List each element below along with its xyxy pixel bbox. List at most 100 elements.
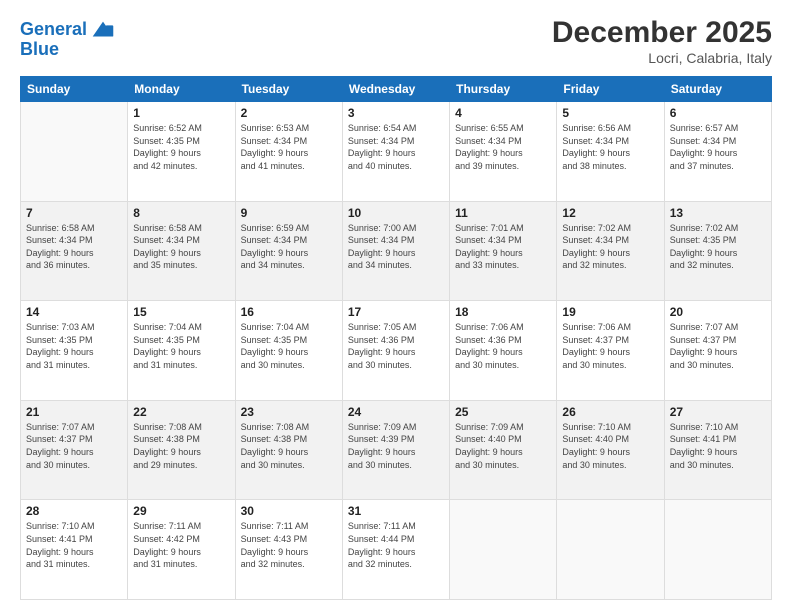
logo: General Blue bbox=[20, 16, 117, 60]
table-row: 19 Sunrise: 7:06 AM Sunset: 4:37 PM Dayli… bbox=[557, 301, 664, 401]
day-info: Sunrise: 7:11 AM Sunset: 4:43 PM Dayligh… bbox=[241, 520, 337, 570]
table-row bbox=[557, 500, 664, 600]
table-row bbox=[664, 500, 771, 600]
day-info: Sunrise: 7:10 AM Sunset: 4:41 PM Dayligh… bbox=[670, 421, 766, 471]
calendar-week-row: 28 Sunrise: 7:10 AM Sunset: 4:41 PM Dayli… bbox=[21, 500, 772, 600]
table-row: 24 Sunrise: 7:09 AM Sunset: 4:39 PM Dayli… bbox=[342, 400, 449, 500]
day-info: Sunrise: 7:05 AM Sunset: 4:36 PM Dayligh… bbox=[348, 321, 444, 371]
table-row: 28 Sunrise: 7:10 AM Sunset: 4:41 PM Dayli… bbox=[21, 500, 128, 600]
day-info: Sunrise: 7:08 AM Sunset: 4:38 PM Dayligh… bbox=[133, 421, 229, 471]
logo-text-general: General bbox=[20, 20, 87, 40]
day-info: Sunrise: 6:56 AM Sunset: 4:34 PM Dayligh… bbox=[562, 122, 658, 172]
day-info: Sunrise: 7:00 AM Sunset: 4:34 PM Dayligh… bbox=[348, 222, 444, 272]
col-thursday: Thursday bbox=[450, 77, 557, 102]
day-number: 4 bbox=[455, 106, 551, 120]
table-row: 11 Sunrise: 7:01 AM Sunset: 4:34 PM Dayli… bbox=[450, 201, 557, 301]
day-info: Sunrise: 7:07 AM Sunset: 4:37 PM Dayligh… bbox=[26, 421, 122, 471]
day-info: Sunrise: 7:06 AM Sunset: 4:36 PM Dayligh… bbox=[455, 321, 551, 371]
col-wednesday: Wednesday bbox=[342, 77, 449, 102]
day-info: Sunrise: 7:11 AM Sunset: 4:42 PM Dayligh… bbox=[133, 520, 229, 570]
col-friday: Friday bbox=[557, 77, 664, 102]
day-number: 27 bbox=[670, 405, 766, 419]
day-info: Sunrise: 6:58 AM Sunset: 4:34 PM Dayligh… bbox=[133, 222, 229, 272]
calendar-table: Sunday Monday Tuesday Wednesday Thursday… bbox=[20, 76, 772, 600]
day-number: 2 bbox=[241, 106, 337, 120]
table-row: 14Sunrise: 7:03 AM Sunset: 4:35 PM Dayli… bbox=[21, 301, 128, 401]
table-row: 12Sunrise: 7:02 AM Sunset: 4:34 PM Dayli… bbox=[557, 201, 664, 301]
table-row: 8 Sunrise: 6:58 AM Sunset: 4:34 PM Daylig… bbox=[128, 201, 235, 301]
day-number: 1 bbox=[133, 106, 229, 120]
day-info: Sunrise: 7:09 AM Sunset: 4:39 PM Dayligh… bbox=[348, 421, 444, 471]
day-info: Sunrise: 7:02 AM Sunset: 4:35 PM Dayligh… bbox=[670, 222, 766, 272]
day-number: 24 bbox=[348, 405, 444, 419]
table-row bbox=[450, 500, 557, 600]
day-info: Sunrise: 6:52 AM Sunset: 4:35 PM Dayligh… bbox=[133, 122, 229, 172]
table-row: 13 Sunrise: 7:02 AM Sunset: 4:35 PM Dayli… bbox=[664, 201, 771, 301]
table-row: 25 Sunrise: 7:09 AM Sunset: 4:40 PM Dayli… bbox=[450, 400, 557, 500]
day-info: Sunrise: 7:01 AM Sunset: 4:34 PM Dayligh… bbox=[455, 222, 551, 272]
day-info: Sunrise: 6:54 AM Sunset: 4:34 PM Dayligh… bbox=[348, 122, 444, 172]
day-info: Sunrise: 6:57 AM Sunset: 4:34 PM Dayligh… bbox=[670, 122, 766, 172]
logo-icon bbox=[89, 16, 117, 44]
day-number: 18 bbox=[455, 305, 551, 319]
day-number: 23 bbox=[241, 405, 337, 419]
day-number: 28 bbox=[26, 504, 122, 518]
day-info: Sunrise: 6:58 AM Sunset: 4:34 PM Dayligh… bbox=[26, 222, 122, 272]
day-number: 30 bbox=[241, 504, 337, 518]
day-info: Sunrise: 7:04 AM Sunset: 4:35 PM Dayligh… bbox=[241, 321, 337, 371]
day-number: 26 bbox=[562, 405, 658, 419]
day-number: 22 bbox=[133, 405, 229, 419]
day-number: 8 bbox=[133, 206, 229, 220]
day-number: 6 bbox=[670, 106, 766, 120]
col-tuesday: Tuesday bbox=[235, 77, 342, 102]
day-info: Sunrise: 7:11 AM Sunset: 4:44 PM Dayligh… bbox=[348, 520, 444, 570]
day-info: Sunrise: 7:07 AM Sunset: 4:37 PM Dayligh… bbox=[670, 321, 766, 371]
day-number: 13 bbox=[670, 206, 766, 220]
title-block: December 2025 Locri, Calabria, Italy bbox=[552, 16, 772, 66]
table-row: 27 Sunrise: 7:10 AM Sunset: 4:41 PM Dayli… bbox=[664, 400, 771, 500]
calendar-header-row: Sunday Monday Tuesday Wednesday Thursday… bbox=[21, 77, 772, 102]
day-number: 11 bbox=[455, 206, 551, 220]
day-info: Sunrise: 7:03 AM Sunset: 4:35 PM Dayligh… bbox=[26, 321, 122, 371]
day-info: Sunrise: 7:09 AM Sunset: 4:40 PM Dayligh… bbox=[455, 421, 551, 471]
table-row: 31Sunrise: 7:11 AM Sunset: 4:44 PM Dayli… bbox=[342, 500, 449, 600]
day-number: 9 bbox=[241, 206, 337, 220]
calendar-week-row: 14Sunrise: 7:03 AM Sunset: 4:35 PM Dayli… bbox=[21, 301, 772, 401]
table-row: 17 Sunrise: 7:05 AM Sunset: 4:36 PM Dayli… bbox=[342, 301, 449, 401]
day-number: 16 bbox=[241, 305, 337, 319]
calendar-week-row: 1 Sunrise: 6:52 AM Sunset: 4:35 PM Daylig… bbox=[21, 102, 772, 202]
table-row: 26Sunrise: 7:10 AM Sunset: 4:40 PM Dayli… bbox=[557, 400, 664, 500]
day-number: 3 bbox=[348, 106, 444, 120]
table-row: 20 Sunrise: 7:07 AM Sunset: 4:37 PM Dayli… bbox=[664, 301, 771, 401]
day-number: 29 bbox=[133, 504, 229, 518]
day-number: 5 bbox=[562, 106, 658, 120]
table-row: 30 Sunrise: 7:11 AM Sunset: 4:43 PM Dayli… bbox=[235, 500, 342, 600]
col-sunday: Sunday bbox=[21, 77, 128, 102]
day-info: Sunrise: 7:10 AM Sunset: 4:41 PM Dayligh… bbox=[26, 520, 122, 570]
day-number: 12 bbox=[562, 206, 658, 220]
table-row: 1 Sunrise: 6:52 AM Sunset: 4:35 PM Daylig… bbox=[128, 102, 235, 202]
col-monday: Monday bbox=[128, 77, 235, 102]
table-row: 3 Sunrise: 6:54 AM Sunset: 4:34 PM Daylig… bbox=[342, 102, 449, 202]
day-number: 10 bbox=[348, 206, 444, 220]
day-number: 19 bbox=[562, 305, 658, 319]
day-info: Sunrise: 7:04 AM Sunset: 4:35 PM Dayligh… bbox=[133, 321, 229, 371]
month-title: December 2025 bbox=[552, 16, 772, 50]
page: General Blue December 2025 Locri, Calabr… bbox=[0, 0, 792, 612]
day-info: Sunrise: 7:08 AM Sunset: 4:38 PM Dayligh… bbox=[241, 421, 337, 471]
table-row: 18 Sunrise: 7:06 AM Sunset: 4:36 PM Dayli… bbox=[450, 301, 557, 401]
table-row bbox=[21, 102, 128, 202]
table-row: 22 Sunrise: 7:08 AM Sunset: 4:38 PM Dayli… bbox=[128, 400, 235, 500]
table-row: 16 Sunrise: 7:04 AM Sunset: 4:35 PM Dayli… bbox=[235, 301, 342, 401]
day-info: Sunrise: 7:06 AM Sunset: 4:37 PM Dayligh… bbox=[562, 321, 658, 371]
table-row: 15Sunrise: 7:04 AM Sunset: 4:35 PM Dayli… bbox=[128, 301, 235, 401]
day-number: 25 bbox=[455, 405, 551, 419]
col-saturday: Saturday bbox=[664, 77, 771, 102]
table-row: 29 Sunrise: 7:11 AM Sunset: 4:42 PM Dayli… bbox=[128, 500, 235, 600]
table-row: 7Sunrise: 6:58 AM Sunset: 4:34 PM Daylig… bbox=[21, 201, 128, 301]
table-row: 10 Sunrise: 7:00 AM Sunset: 4:34 PM Dayli… bbox=[342, 201, 449, 301]
day-number: 20 bbox=[670, 305, 766, 319]
day-number: 17 bbox=[348, 305, 444, 319]
table-row: 5 Sunrise: 6:56 AM Sunset: 4:34 PM Daylig… bbox=[557, 102, 664, 202]
logo-text-blue: Blue bbox=[20, 40, 59, 60]
